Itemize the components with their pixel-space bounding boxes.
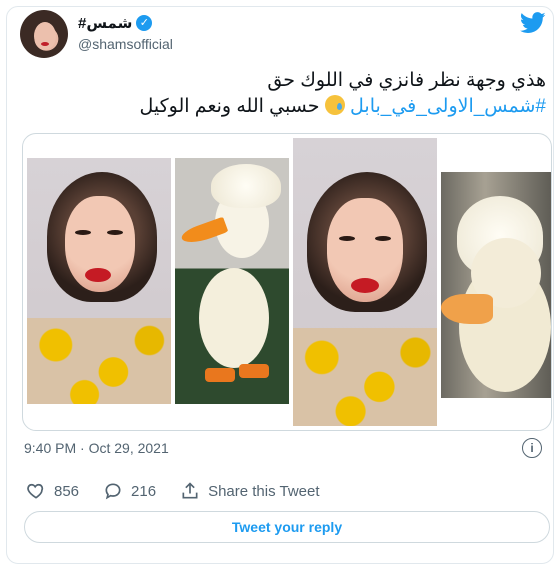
share-button[interactable]: Share this Tweet <box>180 481 320 501</box>
photo-duck-2[interactable] <box>441 172 551 398</box>
tweet-line-2-text: حسبي الله ونعم الوكيل <box>139 96 320 117</box>
action-bar: 856 216 Share this Tweet <box>26 481 344 501</box>
tweet-line-2: #شمس_الاولى_في_بابل حسبي الله ونعم الوكي… <box>26 94 546 120</box>
reply-count: 216 <box>131 482 157 500</box>
like-button[interactable]: 856 <box>26 481 79 501</box>
like-count: 856 <box>54 482 80 500</box>
tweet-your-reply-button[interactable]: Tweet your reply <box>24 511 550 543</box>
handle[interactable]: @shamsofficial <box>78 36 173 52</box>
media-grid[interactable] <box>22 133 552 431</box>
share-label: Share this Tweet <box>208 482 320 500</box>
tweet-text: هذي وجهة نظر فانزي في اللوك حق #شمس_الاو… <box>26 68 546 120</box>
twitter-bird-icon[interactable] <box>520 12 546 34</box>
tweet-line-1: هذي وجهة نظر فانزي في اللوك حق <box>267 70 546 91</box>
display-name-text[interactable]: #شمس <box>78 14 132 32</box>
reply-bubble-icon <box>105 483 121 500</box>
verified-badge-icon: ✓ <box>136 15 153 31</box>
crying-face-icon <box>324 95 345 115</box>
photo-woman-1[interactable] <box>27 158 171 404</box>
heart-icon <box>27 483 44 499</box>
hashtag-link[interactable]: #شمس_الاولى_في_بابل <box>350 96 546 117</box>
avatar[interactable] <box>20 10 68 58</box>
share-icon <box>182 482 198 499</box>
tweet-timestamp[interactable]: 9:40 PM · Oct 29, 2021 <box>24 440 169 456</box>
photo-duck-1[interactable] <box>175 158 289 404</box>
reply-action-button[interactable]: 216 <box>103 481 156 501</box>
info-icon[interactable]: i <box>522 438 542 458</box>
display-name[interactable]: #شمس ✓ <box>78 14 153 32</box>
photo-woman-2[interactable] <box>293 138 437 426</box>
